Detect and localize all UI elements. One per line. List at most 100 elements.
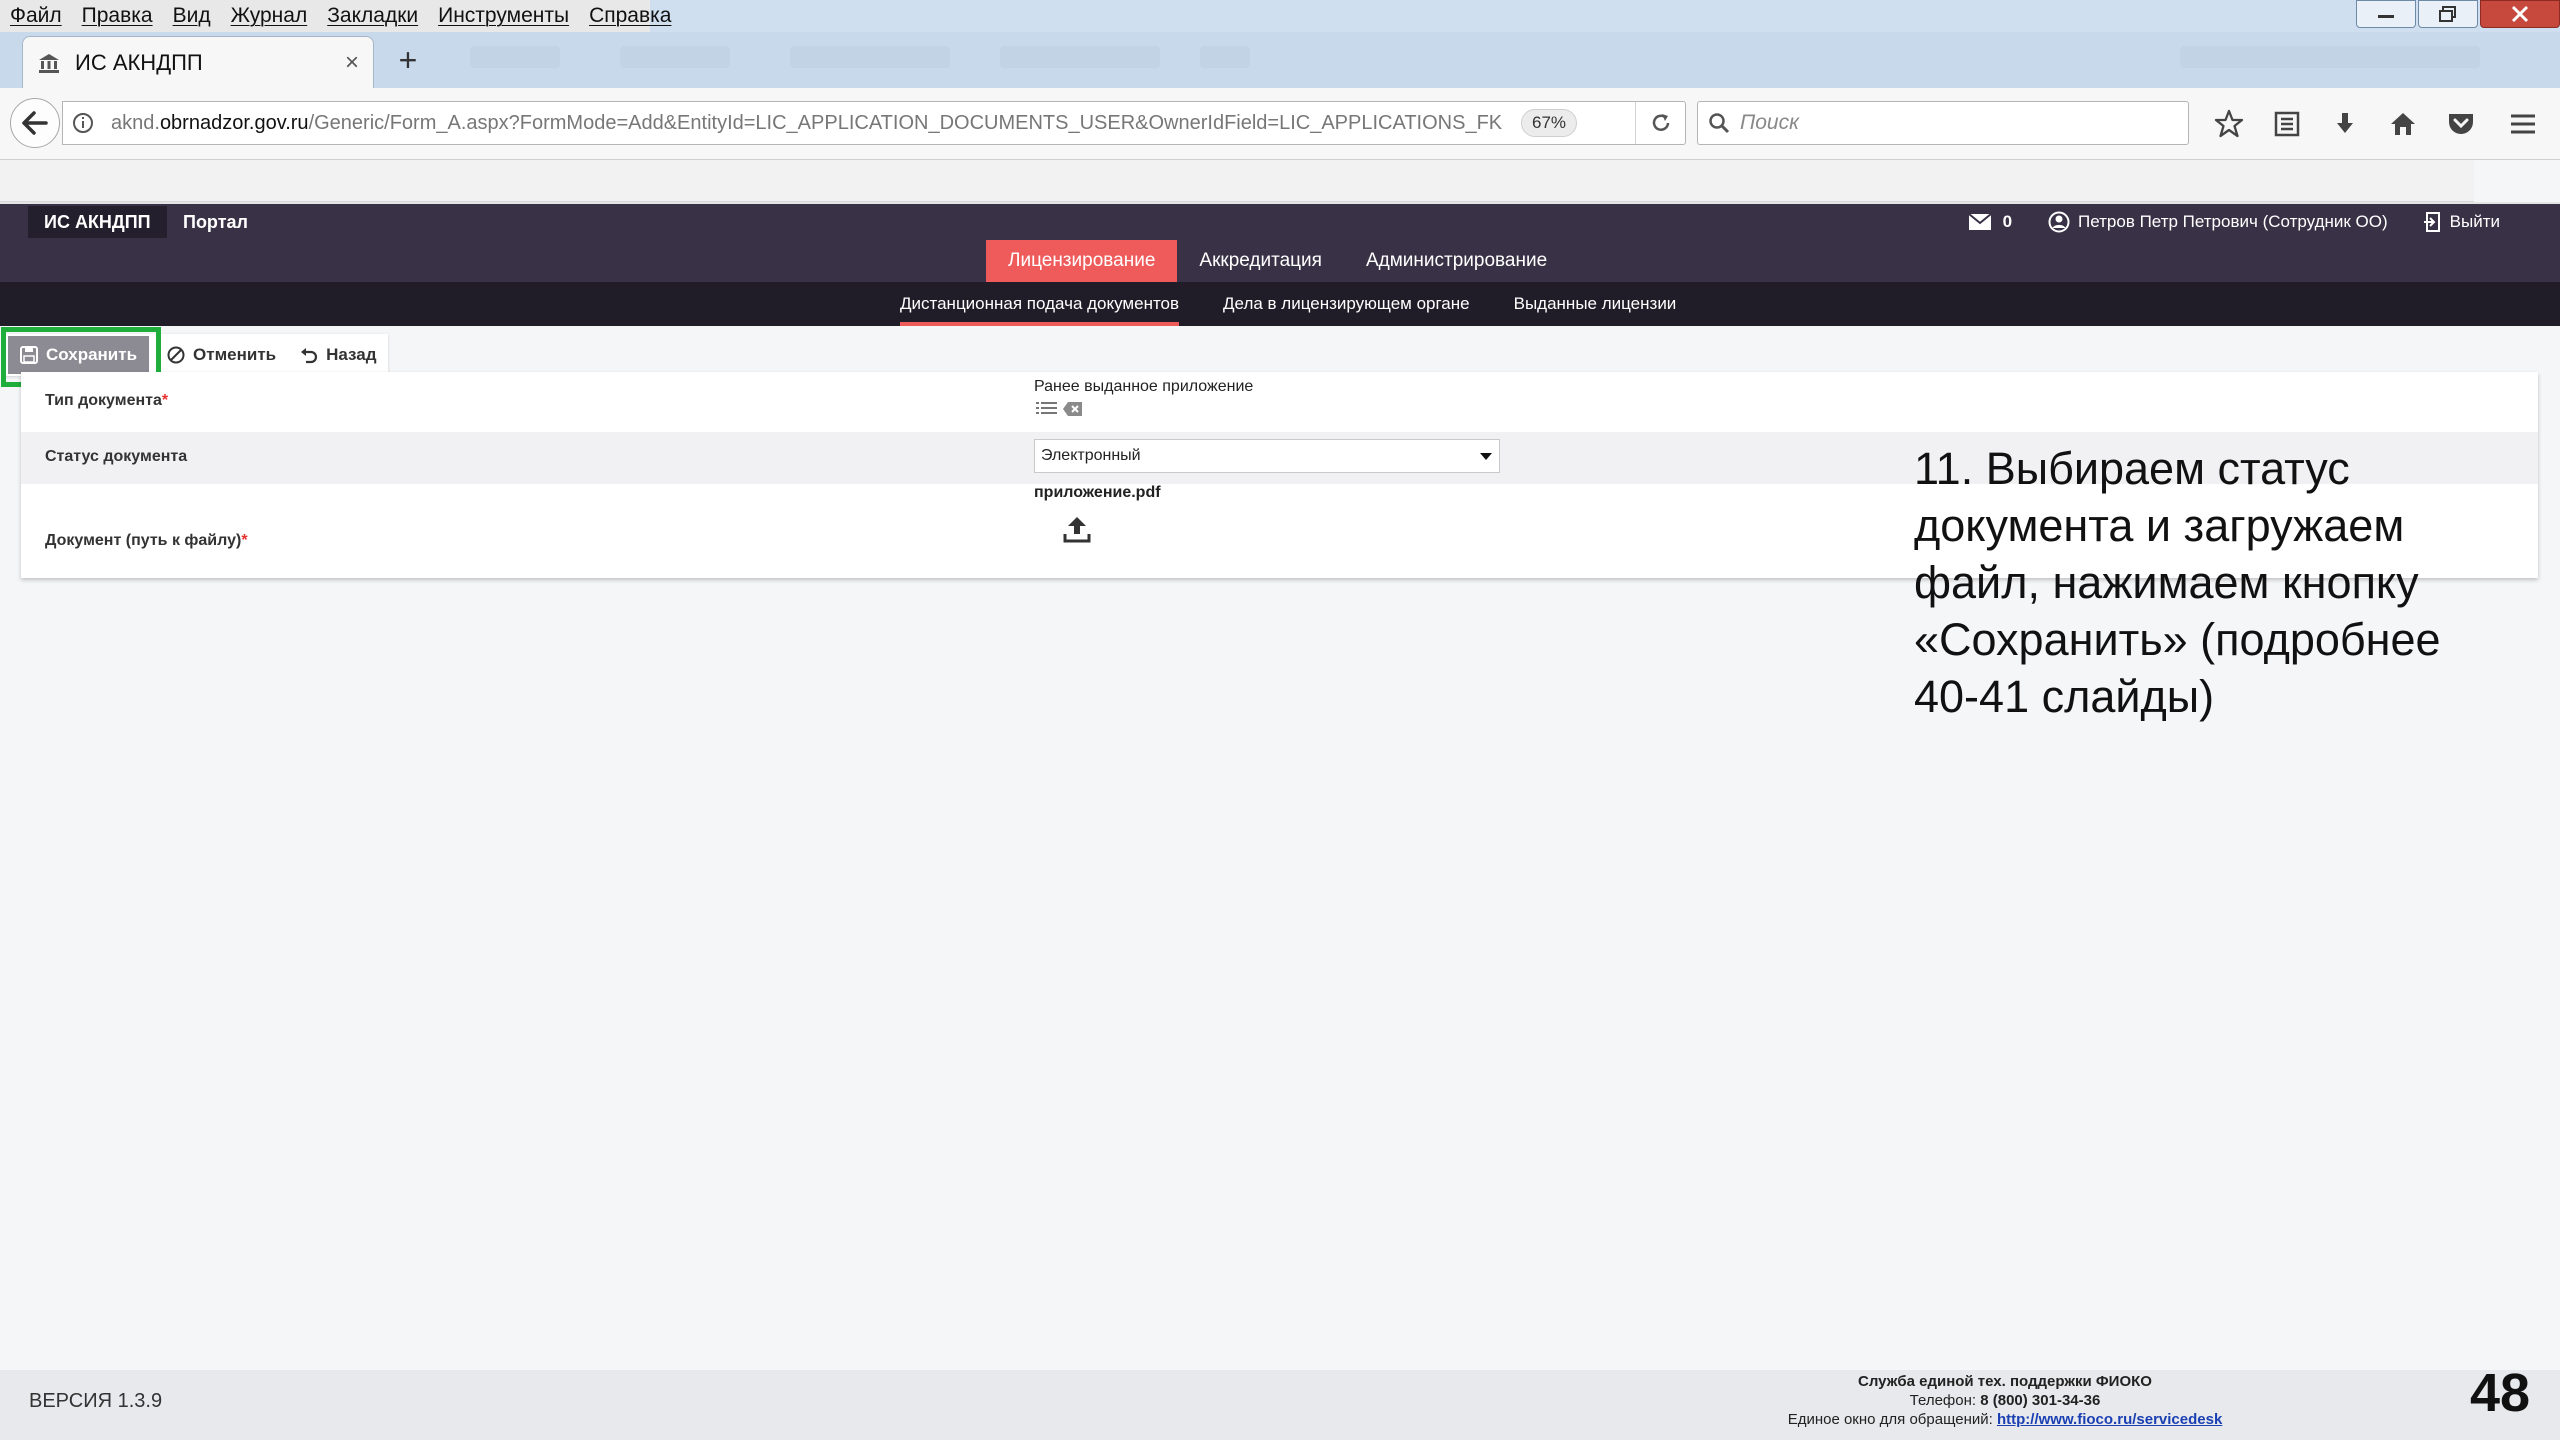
- minimize-icon: [2378, 15, 2394, 18]
- support-phone-line: Телефон: 8 (800) 301-34-36: [1770, 1391, 2240, 1410]
- user-name: Петров Петр Петрович (Сотрудник ОО): [2078, 212, 2388, 231]
- messages-button[interactable]: 0: [1968, 212, 2013, 232]
- tab-strip: ИС АКНДПП × +: [0, 32, 2560, 88]
- subnav-cases[interactable]: Дела в лицензирующем органе: [1223, 282, 1470, 326]
- subnav-issued-licenses[interactable]: Выданные лицензии: [1514, 282, 1677, 326]
- doc-type-controls: [1036, 400, 1084, 418]
- minimize-button[interactable]: [2356, 0, 2416, 28]
- support-window-label: Единое окно для обращений:: [1787, 1411, 1993, 1428]
- menu-file[interactable]: Файл: [10, 4, 62, 28]
- menu-bookmarks[interactable]: Закладки: [327, 4, 418, 28]
- bookmark-star-icon[interactable]: [2200, 102, 2258, 146]
- building-icon: [37, 52, 61, 74]
- undo-arrow-icon: [301, 348, 318, 364]
- new-tab-icon[interactable]: +: [390, 42, 426, 78]
- nav-administration[interactable]: Администрирование: [1344, 240, 1569, 282]
- sub-nav: Дистанционная подача документов Дела в л…: [0, 282, 2560, 326]
- nav-accreditation[interactable]: Аккредитация: [1177, 240, 1344, 282]
- upload-icon[interactable]: [1062, 514, 1092, 544]
- slide-number: 48: [2470, 1363, 2531, 1423]
- version-label: ВЕРСИЯ 1.3.9: [29, 1390, 163, 1412]
- tab-active[interactable]: ИС АКНДПП ×: [22, 36, 374, 88]
- cancel-label: Отменить: [193, 345, 277, 364]
- uploaded-file-name[interactable]: приложение.pdf: [1034, 484, 1161, 502]
- doc-status-select[interactable]: Электронный: [1034, 439, 1500, 473]
- support-info: Служба единой тех. поддержки ФИОКО Телеф…: [1770, 1372, 2240, 1429]
- doc-type-value: Ранее выданное приложение: [1034, 378, 1254, 395]
- caret-down-icon: [1480, 453, 1492, 460]
- support-link[interactable]: http://www.fioco.ru/servicedesk: [1997, 1411, 2222, 1428]
- menu-tools[interactable]: Инструменты: [438, 4, 569, 28]
- restore-button[interactable]: [2418, 0, 2478, 28]
- nav-licensing[interactable]: Лицензирование: [986, 240, 1178, 282]
- reload-icon: [1652, 114, 1669, 131]
- logout-icon: [2423, 212, 2440, 232]
- message-count: 0: [2002, 212, 2013, 231]
- app-brand[interactable]: ИС АКНДПП: [28, 206, 167, 238]
- download-icon[interactable]: [2316, 102, 2374, 146]
- browser-menubar: Файл Правка Вид Журнал Закладки Инструме…: [0, 0, 2560, 32]
- menu-history[interactable]: Журнал: [231, 4, 308, 28]
- zoom-badge[interactable]: 67%: [1521, 109, 1577, 137]
- support-window-line: Единое окно для обращений: http://www.fi…: [1770, 1410, 2240, 1429]
- reading-list-icon[interactable]: [2258, 102, 2316, 146]
- url-text[interactable]: aknd.obrnadzor.gov.ru/Generic/Form_A.asp…: [103, 112, 1503, 135]
- close-icon: [2511, 5, 2529, 23]
- list-icon[interactable]: [1036, 400, 1058, 418]
- browser-toolbar: [2200, 102, 2552, 146]
- portal-link[interactable]: Портал: [183, 206, 248, 238]
- doc-file-label-text: Документ (путь к файлу): [45, 532, 242, 549]
- tab-close-icon[interactable]: ×: [345, 49, 359, 77]
- restore-icon: [2439, 6, 2456, 22]
- doc-status-label: Статус документа: [45, 448, 188, 465]
- doc-status-value: Электронный: [1041, 447, 1141, 464]
- blurred-tab: [1200, 46, 1250, 68]
- cancel-circle-icon: [167, 346, 185, 364]
- header-user-area: 0 Петров Петр Петрович (Сотрудник ОО) Вы…: [1933, 206, 2500, 238]
- menu-help[interactable]: Справка: [589, 4, 671, 28]
- support-phone: 8 (800) 301-34-36: [1980, 1392, 2101, 1409]
- url-prefix: aknd.: [111, 111, 160, 134]
- subnav-remote-submission[interactable]: Дистанционная подача документов: [900, 282, 1180, 326]
- logout-button[interactable]: Выйти: [2423, 212, 2500, 232]
- main-nav: Лицензирование Аккредитация Администриро…: [986, 240, 1569, 282]
- required-mark: *: [161, 392, 169, 409]
- url-path: /Generic/Form_A.aspx?FormMode=Add&Entity…: [308, 111, 1503, 134]
- window-controls: [2354, 0, 2560, 30]
- page-footer: ВЕРСИЯ 1.3.9 Служба единой тех. поддержк…: [0, 1370, 2560, 1440]
- back-label: Назад: [326, 345, 377, 364]
- browser-navbar: aknd.obrnadzor.gov.ru/Generic/Form_A.asp…: [0, 88, 2560, 160]
- cancel-button[interactable]: Отменить: [155, 337, 288, 373]
- back-link-button[interactable]: Назад: [288, 337, 388, 373]
- user-circle-icon: [2048, 211, 2070, 233]
- sub-nav-items: Дистанционная подача документов Дела в л…: [900, 282, 1720, 326]
- back-button[interactable]: [10, 98, 60, 148]
- info-icon[interactable]: [63, 112, 103, 134]
- app-header: ИС АКНДПП Портал 0 Петров Петр Петрович …: [0, 204, 2560, 282]
- blurred-tab: [470, 46, 560, 68]
- hamburger-menu-icon[interactable]: [2494, 102, 2552, 146]
- close-window-button[interactable]: [2480, 0, 2560, 28]
- blurred-tab: [620, 46, 730, 68]
- blurred-tab: [790, 46, 950, 68]
- reload-button[interactable]: [1635, 102, 1685, 144]
- doc-type-row: Тип документа* Ранее выданное приложение: [21, 372, 2538, 432]
- arrow-left-icon: [22, 111, 48, 135]
- bookmarks-bar: [0, 160, 2474, 202]
- support-phone-label: Телефон:: [1909, 1392, 1977, 1409]
- search-input[interactable]: Поиск: [1740, 111, 1799, 135]
- user-profile[interactable]: Петров Петр Петрович (Сотрудник ОО): [2048, 211, 2388, 233]
- blurred-tab: [1000, 46, 1160, 68]
- menu-edit[interactable]: Правка: [82, 4, 153, 28]
- logout-label: Выйти: [2449, 212, 2500, 231]
- url-domain: obrnadzor.gov.ru: [159, 111, 309, 134]
- doc-file-label: Документ (путь к файлу)*: [45, 532, 248, 550]
- menu-view[interactable]: Вид: [173, 4, 211, 28]
- pocket-icon[interactable]: [2432, 102, 2490, 146]
- search-bar[interactable]: Поиск: [1697, 101, 2189, 145]
- doc-type-label-text: Тип документа: [45, 392, 162, 409]
- clear-icon[interactable]: [1062, 400, 1084, 418]
- url-bar[interactable]: aknd.obrnadzor.gov.ru/Generic/Form_A.asp…: [62, 101, 1686, 145]
- home-icon[interactable]: [2374, 102, 2432, 146]
- blurred-tab: [2180, 46, 2480, 68]
